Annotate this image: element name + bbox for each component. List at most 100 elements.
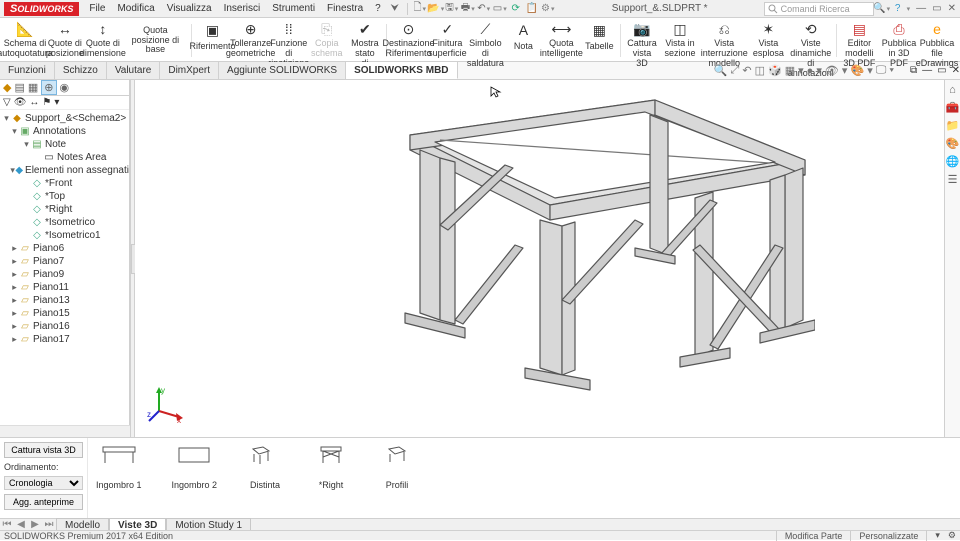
tree-plane[interactable]: ▸▱Piano11 xyxy=(0,281,129,294)
tree-top[interactable]: ◇*Top xyxy=(0,190,129,203)
tab-features[interactable]: Funzioni xyxy=(0,62,55,79)
rebuild-icon[interactable]: ⟳ xyxy=(509,2,523,16)
tree-filter-icon[interactable]: ▽ xyxy=(3,97,11,108)
ribbon-capture3d[interactable]: 📷Catturavista 3D xyxy=(623,20,661,61)
help-dd[interactable]: ▾ xyxy=(907,5,911,13)
menu-view[interactable]: Visualizza xyxy=(161,3,218,14)
menu-file[interactable]: File xyxy=(83,3,111,14)
ribbon-weld[interactable]: ⟋Simbolo disaldatura xyxy=(466,20,504,61)
search-dropdown-icon[interactable]: 🔍▾ xyxy=(875,2,889,16)
taskpane-home-icon[interactable]: ⌂ xyxy=(949,84,956,96)
thumb-profili[interactable]: Profili xyxy=(379,444,415,490)
save-icon[interactable]: 🖫▾ xyxy=(445,2,459,16)
menu-window[interactable]: Finestra xyxy=(321,3,369,14)
taskpane-resources-icon[interactable]: 🧰 xyxy=(946,101,960,114)
thumb-ingombro1[interactable]: Ingombro 1 xyxy=(96,444,142,490)
capture-3dview-button[interactable]: Cattura vista 3D xyxy=(4,442,83,458)
tree-eye-icon[interactable]: 👁 xyxy=(14,97,27,108)
tree-plane[interactable]: ▸▱Piano13 xyxy=(0,294,129,307)
ribbon-pattern[interactable]: ⁞⁞Funzione diripetizione xyxy=(270,20,308,61)
print-icon[interactable]: 🖶▾ xyxy=(461,2,475,16)
tab-dimxpert[interactable]: DimXpert xyxy=(160,62,219,79)
ribbon-publish-3dpdf[interactable]: ⎙Pubblicain 3D PDF xyxy=(880,20,918,61)
menu-help[interactable]: ? xyxy=(369,3,387,14)
view-triad[interactable]: y x z xyxy=(147,385,187,425)
feature-tree[interactable]: ▾◆Support_&<Schema2> ▾▣Annotations ▾▤Not… xyxy=(0,110,129,437)
menu-insert[interactable]: Inserisci xyxy=(218,3,267,14)
status-custom[interactable]: Personalizzate xyxy=(850,531,926,541)
ribbon-dynviews[interactable]: ⟲Viste dinamichedi annotazioni xyxy=(787,20,834,61)
tree-plane[interactable]: ▸▱Piano7 xyxy=(0,255,129,268)
ribbon-section[interactable]: ◫Vista insezione xyxy=(661,20,699,61)
doc-maximize-icon[interactable]: ▭ xyxy=(937,65,946,76)
doc-restore-icon[interactable]: ⧉ xyxy=(910,65,917,76)
hide-show-icon[interactable]: 👁 ▾ xyxy=(825,64,848,77)
tree-arrow-icon[interactable]: ↔ xyxy=(29,97,39,108)
tree-annotations[interactable]: ▾▣Annotations xyxy=(0,125,129,138)
tab-sketch[interactable]: Schizzo xyxy=(55,62,107,79)
help-flyout-icon[interactable]: ⮟ xyxy=(388,2,402,16)
tree-tab-config-icon[interactable]: ▤ xyxy=(14,81,24,94)
status-gear-icon[interactable]: ⚙ xyxy=(948,530,956,541)
tree-iso[interactable]: ◇*Isometrico xyxy=(0,216,129,229)
close-button[interactable]: ✕ xyxy=(948,3,956,14)
minimize-button[interactable]: — xyxy=(916,3,926,14)
thumb-distinta[interactable]: Distinta xyxy=(247,444,283,490)
ribbon-surface[interactable]: ✓Finiturasuperficie xyxy=(428,20,466,61)
menu-tools[interactable]: Strumenti xyxy=(266,3,321,14)
command-search[interactable]: Comandi Ricerca xyxy=(764,2,874,16)
tree-more-icon[interactable]: ▾ xyxy=(54,97,59,108)
ribbon-note[interactable]: ANota xyxy=(504,20,542,61)
taskpane-library-icon[interactable]: 📁 xyxy=(946,119,960,132)
tree-flag-icon[interactable]: ⚑ xyxy=(42,97,51,108)
status-unit-icon[interactable]: ▾ xyxy=(926,530,948,541)
tree-tab-display-icon[interactable]: ◉ xyxy=(60,81,70,94)
tree-tab-dimxpert-icon[interactable]: ⊕ xyxy=(41,80,56,95)
open-icon[interactable]: 📂▾ xyxy=(429,2,443,16)
taskpane-view-icon[interactable]: 🎨 xyxy=(946,137,960,150)
tree-unassigned[interactable]: ▾◆Elementi non assegnati xyxy=(0,164,129,177)
options-icon[interactable]: 📋 xyxy=(525,2,539,16)
tree-front[interactable]: ◇*Front xyxy=(0,177,129,190)
ribbon-geotol[interactable]: ⊕Tolleranzegeometriche xyxy=(232,20,270,61)
tree-root[interactable]: ▾◆Support_&<Schema2> xyxy=(0,112,129,125)
select-icon[interactable]: ▭▾ xyxy=(493,2,507,16)
tree-plane[interactable]: ▸▱Piano16 xyxy=(0,320,129,333)
new-icon[interactable]: 🗋▾ xyxy=(413,2,427,16)
ribbon-autodim[interactable]: 📐Schema diautoquotatura xyxy=(4,20,46,61)
update-previews-button[interactable]: Agg. anteprime xyxy=(4,494,83,510)
tab-evaluate[interactable]: Valutare xyxy=(107,62,161,79)
ribbon-basedim[interactable]: Quota posizione di base xyxy=(122,20,189,61)
ribbon-tables[interactable]: ▦Tabelle xyxy=(580,20,618,61)
appearance-icon[interactable]: 🎨 ▾ xyxy=(850,64,872,77)
sort-select[interactable]: Cronologia xyxy=(4,476,83,490)
tree-plane[interactable]: ▸▱Piano17 xyxy=(0,333,129,346)
menu-edit[interactable]: Modifica xyxy=(111,3,160,14)
ribbon-explode[interactable]: ✶Vistaesplosa xyxy=(749,20,787,61)
ribbon-tolstatus[interactable]: ✔Mostra statodi tolleranza xyxy=(346,20,384,61)
doc-minimize-icon[interactable]: — xyxy=(922,65,932,76)
undo-icon[interactable]: ↶▾ xyxy=(477,2,491,16)
ribbon-break[interactable]: ⎌Vista interruzionemodello xyxy=(699,20,749,61)
thumb-right[interactable]: *Right xyxy=(313,444,349,490)
ribbon-sizedim[interactable]: ↕Quote didimensione xyxy=(84,20,122,61)
tree-plane[interactable]: ▸▱Piano6 xyxy=(0,242,129,255)
ribbon-3dpdf-editor[interactable]: ▤Editor modelli3D PDF xyxy=(839,20,880,61)
view-settings-icon[interactable]: 🖵 ▾ xyxy=(876,64,894,77)
tree-right[interactable]: ◇*Right xyxy=(0,203,129,216)
tree-plane[interactable]: ▸▱Piano9 xyxy=(0,268,129,281)
help-icon[interactable]: ? xyxy=(891,2,905,16)
ribbon-smartdim[interactable]: ⟷Quotaintelligente xyxy=(542,20,580,61)
settings-icon[interactable]: ⚙▾ xyxy=(541,2,555,16)
tree-note[interactable]: ▾▤Note xyxy=(0,138,129,151)
3d-viewport[interactable]: y x z xyxy=(135,80,944,437)
taskpane-custom-icon[interactable]: 🌐 xyxy=(946,155,960,168)
ribbon-publish-edrw[interactable]: ePubblica fileeDrawings xyxy=(918,20,956,61)
doc-close-icon[interactable]: ✕ xyxy=(952,65,960,76)
ribbon-posdim[interactable]: ↔Quote diposizione xyxy=(46,20,84,61)
thumb-ingombro2[interactable]: Ingombro 2 xyxy=(172,444,218,490)
taskpane-forum-icon[interactable]: ☰ xyxy=(948,173,958,186)
maximize-button[interactable]: ▭ xyxy=(932,3,941,14)
ribbon-datumtarget[interactable]: ⊙DestinazioneRiferimento xyxy=(389,20,429,61)
tree-tab-property-icon[interactable]: ▦ xyxy=(28,81,38,94)
